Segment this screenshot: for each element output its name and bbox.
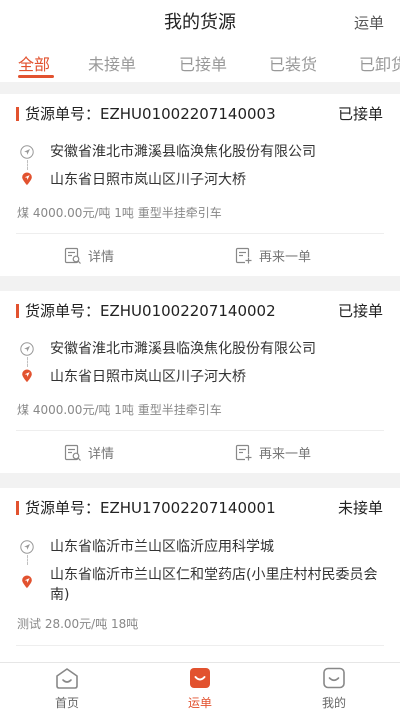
order-status: 未接单	[337, 499, 383, 517]
route-line	[27, 555, 28, 565]
destination-address: 山东省临沂市兰山区仁和堂药店(小里庄村村民委员会南)	[50, 567, 378, 603]
waybill-smile-icon	[190, 668, 210, 688]
reorder-button[interactable]: 再来一单	[235, 443, 311, 462]
order-number: EZHU17002207140001	[100, 499, 276, 517]
accent-bar	[16, 304, 19, 318]
tab-not-accepted[interactable]: 未接单	[88, 51, 136, 75]
route-line	[27, 160, 28, 170]
navigation-arrow-icon	[20, 540, 34, 554]
tab-all[interactable]: 全部	[18, 51, 50, 75]
details-label: 详情	[88, 250, 115, 265]
details-button[interactable]: 详情	[64, 246, 114, 265]
order-card[interactable]: 货源单号：EZHU01002207140002 已接单 安徽省淮北市濉溪县临涣焦…	[0, 291, 400, 473]
cargo-info: 煤 4000.00元/吨 1吨 重型半挂牵引车	[17, 206, 222, 220]
order-number: EZHU01002207140003	[100, 105, 276, 123]
nav-profile-label: 我的	[321, 696, 346, 710]
card-divider	[16, 645, 384, 646]
nav-waybill[interactable]: 运单	[160, 667, 240, 711]
bottom-navigation: 首页 运单 我的	[0, 662, 400, 711]
origin-address: 安徽省淮北市濉溪县临涣焦化股份有限公司	[50, 341, 316, 357]
nav-home-label: 首页	[54, 696, 79, 710]
navigation-arrow-icon	[20, 342, 34, 356]
document-add-icon	[235, 247, 252, 264]
tab-loaded[interactable]: 已装货	[269, 51, 317, 75]
reorder-label: 再来一单	[259, 250, 312, 265]
order-number: EZHU01002207140002	[100, 302, 276, 320]
accent-bar	[16, 107, 19, 121]
origin-address: 安徽省淮北市濉溪县临涣焦化股份有限公司	[50, 144, 316, 160]
card-header: 货源单号：EZHU17002207140001 未接单	[0, 488, 400, 526]
tab-unloaded[interactable]: 已卸货	[359, 51, 400, 75]
order-status: 已接单	[337, 302, 383, 320]
nav-home[interactable]: 首页	[27, 667, 107, 711]
card-divider	[16, 430, 384, 431]
document-search-icon	[64, 247, 81, 264]
reorder-label: 再来一单	[259, 447, 312, 462]
profile-smile-icon	[323, 667, 345, 689]
document-search-icon	[64, 444, 81, 461]
status-tabs: 全部 未接单 已接单 已装货 已卸货	[0, 42, 400, 82]
destination-address: 山东省日照市岚山区川子河大桥	[50, 369, 246, 385]
details-button[interactable]: 详情	[64, 443, 114, 462]
details-label: 详情	[88, 447, 115, 462]
navigation-arrow-icon	[20, 145, 34, 159]
active-tab-indicator	[18, 75, 54, 78]
order-card[interactable]: 货源单号：EZHU17002207140001 未接单 山东省临沂市兰山区临沂应…	[0, 488, 400, 662]
nav-waybill-label: 运单	[187, 696, 212, 710]
card-header: 货源单号：EZHU01002207140002 已接单	[0, 291, 400, 329]
cargo-info: 煤 4000.00元/吨 1吨 重型半挂牵引车	[17, 403, 222, 417]
order-number-label: 货源单号：	[25, 302, 101, 320]
route-line	[27, 357, 28, 367]
order-status: 已接单	[337, 105, 383, 123]
top-header: 我的货源 运单	[0, 0, 400, 42]
location-pin-icon	[22, 369, 32, 383]
cargo-info: 测试 28.00元/吨 18吨	[17, 617, 139, 631]
location-pin-icon	[22, 575, 32, 589]
reorder-button[interactable]: 再来一单	[235, 246, 311, 265]
order-card[interactable]: 货源单号：EZHU01002207140003 已接单 安徽省淮北市濉溪县临涣焦…	[0, 94, 400, 276]
origin-address: 山东省临沂市兰山区临沂应用科学城	[50, 539, 274, 555]
location-pin-icon	[22, 172, 32, 186]
home-smile-icon	[56, 668, 78, 689]
card-header: 货源单号：EZHU01002207140003 已接单	[0, 94, 400, 132]
accent-bar	[16, 501, 19, 515]
document-add-icon	[235, 444, 252, 461]
order-number-label: 货源单号：	[25, 499, 101, 517]
waybill-link[interactable]: 运单	[354, 12, 384, 33]
tab-accepted[interactable]: 已接单	[179, 51, 227, 75]
page-title: 我的货源	[164, 12, 236, 33]
nav-profile[interactable]: 我的	[294, 667, 374, 711]
order-number-label: 货源单号：	[25, 105, 101, 123]
destination-address: 山东省日照市岚山区川子河大桥	[50, 172, 246, 188]
card-divider	[16, 233, 384, 234]
